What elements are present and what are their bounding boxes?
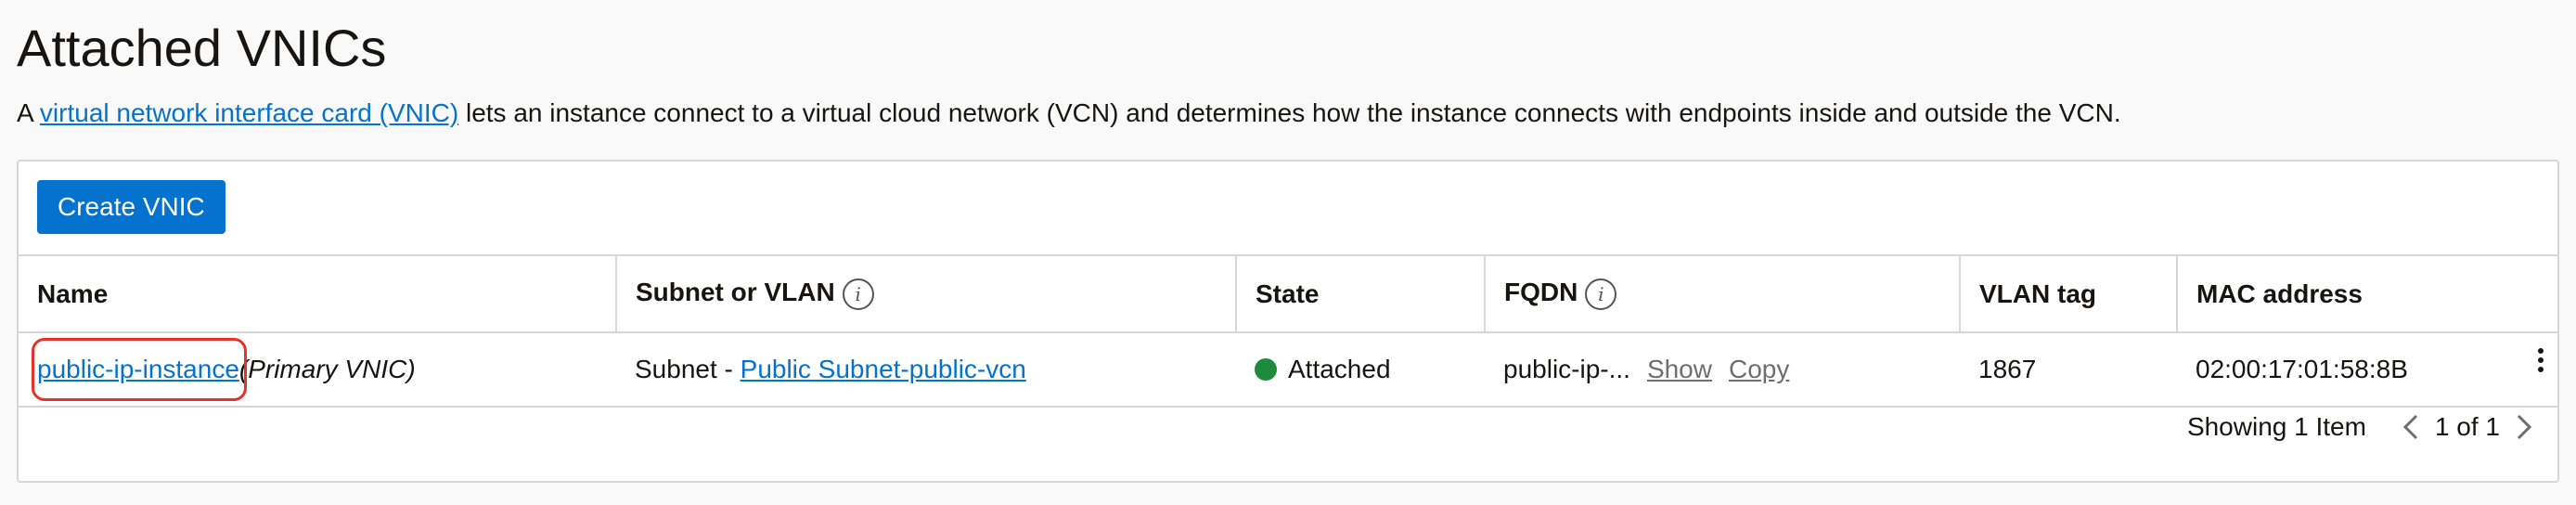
vnic-doc-link[interactable]: virtual network interface card (VNIC) [40, 98, 458, 127]
create-vnic-button[interactable]: Create VNIC [37, 180, 225, 234]
fqdn-show-link[interactable]: Show [1647, 355, 1712, 383]
column-header-fqdn[interactable]: FQDN i [1485, 256, 1961, 333]
column-header-subnet-label: Subnet or VLAN [636, 278, 835, 307]
column-header-name-label: Name [37, 278, 109, 308]
fqdn-copy-link[interactable]: Copy [1729, 355, 1789, 383]
vnic-name-wrapper: public-ip-instance [32, 338, 247, 401]
pagination: Showing 1 Item 1 of 1 [2187, 408, 2537, 446]
column-header-vlan-tag-label: VLAN tag [1979, 278, 2096, 308]
toolbar: Create VNIC [19, 162, 2557, 256]
table-header-row: Name Subnet or VLAN i State FQDN i VLAN ta… [19, 256, 2557, 333]
column-header-subnet[interactable]: Subnet or VLAN i [616, 256, 1237, 333]
vnics-panel: Create VNIC Name Subnet or VLAN i State F… [17, 160, 2559, 483]
column-header-mac[interactable]: MAC address [2177, 256, 2557, 333]
column-header-state[interactable]: State [1236, 256, 1486, 333]
row-actions-menu-icon[interactable] [2531, 344, 2550, 382]
cell-state: Attached [1236, 332, 1485, 408]
primary-vnic-tag: (Primary VNIC) [238, 355, 416, 383]
cell-fqdn: public-ip-... Show Copy [1485, 332, 1960, 408]
cell-vlan-tag: 1867 [1960, 332, 2177, 408]
column-header-state-label: State [1256, 278, 1320, 308]
column-header-fqdn-label: FQDN [1504, 278, 1578, 307]
column-header-vlan-tag[interactable]: VLAN tag [1960, 256, 2178, 333]
subnet-prefix: Subnet - [635, 355, 741, 383]
subnet-link[interactable]: Public Subnet-public-vcn [741, 355, 1026, 383]
column-header-name[interactable]: Name [19, 256, 617, 333]
chevron-right-icon[interactable] [2511, 408, 2537, 446]
page-title: Attached VNICs [17, 19, 387, 77]
fqdn-value: public-ip-... [1503, 355, 1630, 383]
vnics-table: Name Subnet or VLAN i State FQDN i VLAN ta… [19, 256, 2557, 408]
chevron-left-icon[interactable] [2398, 408, 2424, 446]
attached-vnics-page: Attached VNICs A virtual network interfa… [0, 0, 2576, 505]
vnic-name-link[interactable]: public-ip-instance [37, 355, 239, 383]
description-prefix: A [17, 98, 40, 127]
column-header-mac-label: MAC address [2196, 278, 2363, 308]
state-text: Attached [1288, 355, 1391, 383]
page-description: A virtual network interface card (VNIC) … [17, 97, 2121, 130]
info-icon[interactable]: i [1585, 278, 1617, 310]
status-dot-icon [1255, 357, 1277, 381]
page-indicator: 1 of 1 [2434, 412, 2500, 441]
cell-mac: 02:00:17:01:58:8B [2177, 332, 2557, 408]
showing-count: Showing 1 Item [2186, 412, 2366, 441]
info-icon[interactable]: i [842, 278, 874, 310]
description-suffix: lets an instance connect to a virtual cl… [458, 98, 2121, 127]
cell-subnet: Subnet - Public Subnet-public-vcn [616, 332, 1236, 408]
table-row: public-ip-instance (Primary VNIC) Subnet… [19, 332, 2557, 408]
cell-name: public-ip-instance (Primary VNIC) [19, 332, 616, 408]
